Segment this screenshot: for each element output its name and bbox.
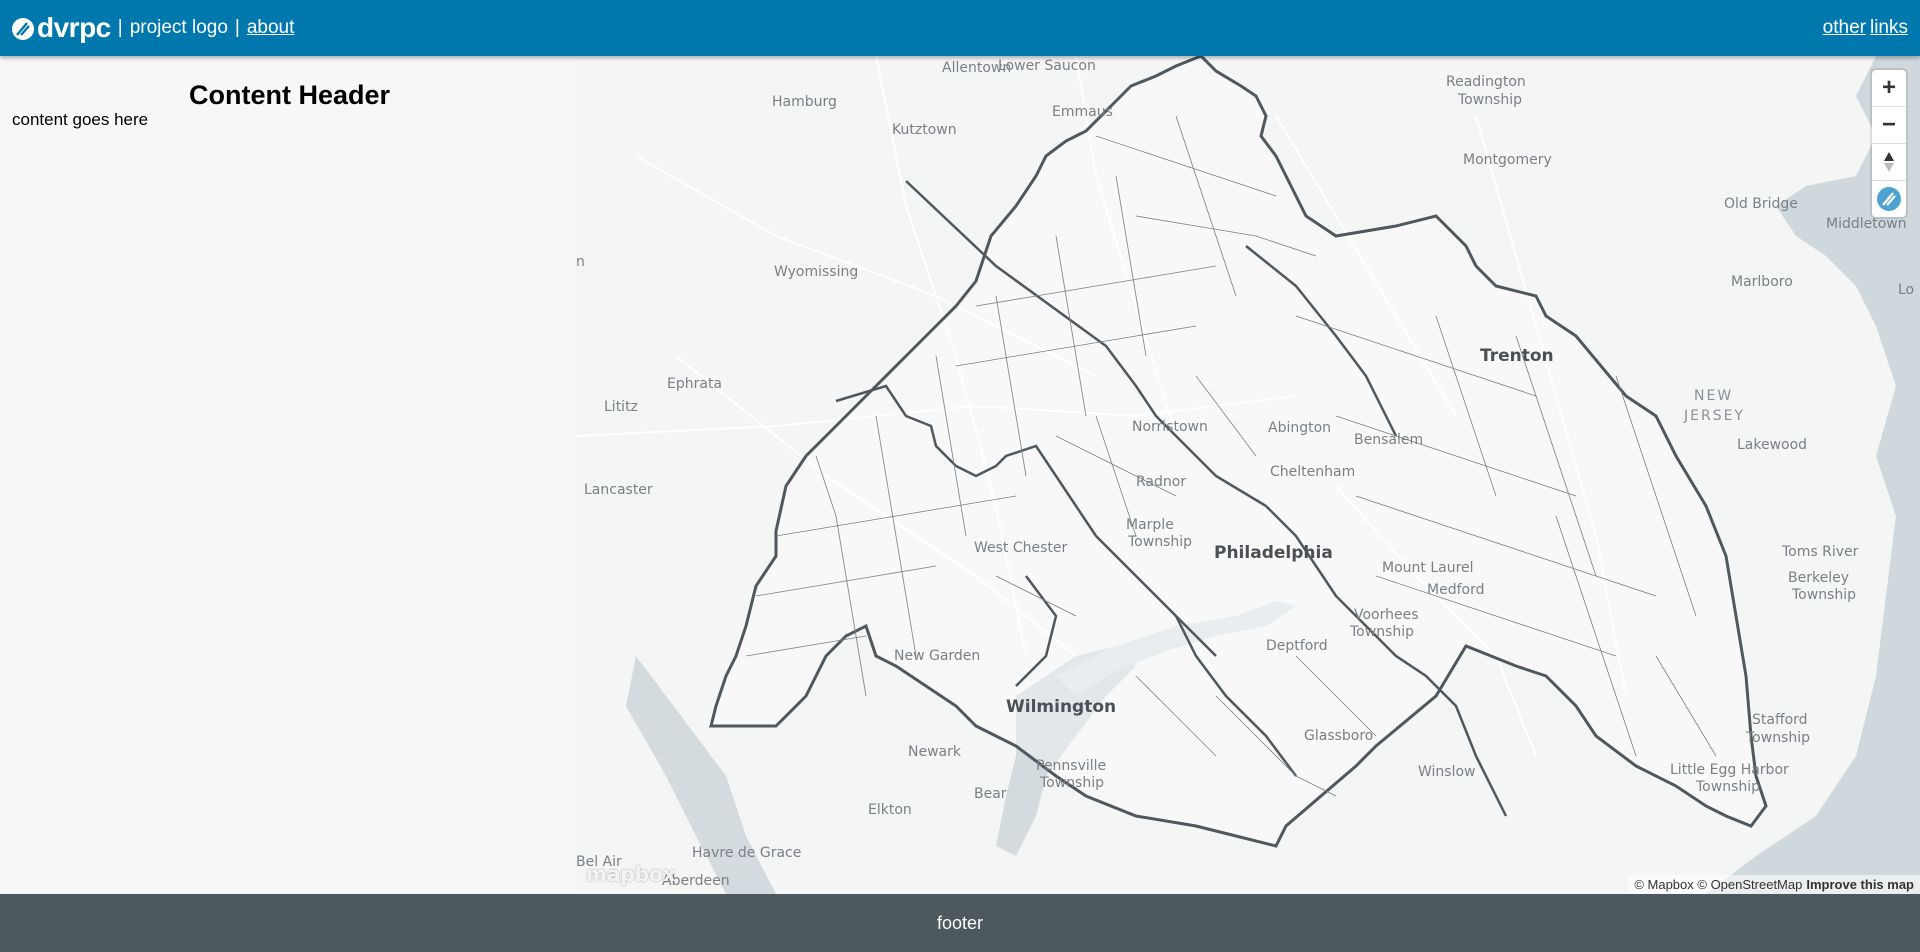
map-label-readington-2: Township <box>1457 92 1522 108</box>
map-label-bear: Bear <box>974 786 1007 802</box>
map-label-lo: Lo <box>1898 282 1914 298</box>
map-label-n: n <box>576 254 585 270</box>
brand: dvrpc | project logo | about <box>12 12 294 44</box>
content-text: content goes here <box>12 110 149 129</box>
footer-text: footer <box>936 912 984 933</box>
map-label-berkeley-2: Township <box>1791 587 1856 603</box>
dvrpc-logo-icon <box>12 18 34 40</box>
map-label-glassboro: Glassboro <box>1304 728 1373 744</box>
map-label-middletown: Middletown <box>1826 216 1907 232</box>
map-label-kutztown: Kutztown <box>892 122 957 138</box>
map-label-radnor: Radnor <box>1136 474 1186 490</box>
map-label-new: NEW <box>1694 388 1733 404</box>
map-attribution: © Mapbox © OpenStreetMap Improve this map <box>1628 875 1920 894</box>
map-label-old-bridge: Old Bridge <box>1724 196 1798 212</box>
map-label-little-egg: Little Egg Harbor <box>1670 762 1789 778</box>
compass-icon <box>1884 152 1894 172</box>
map-label-pennsville-2: Township <box>1039 775 1104 791</box>
map-label-norristown: Norristown <box>1132 419 1208 435</box>
zoom-in-button[interactable]: + <box>1872 70 1906 107</box>
map-label-wyomissing: Wyomissing <box>774 264 858 280</box>
map-label-new-garden: New Garden <box>894 648 980 664</box>
map-label-medford: Medford <box>1427 582 1484 598</box>
links-link[interactable]: links <box>1870 17 1908 38</box>
map-label-lititz: Lititz <box>604 399 638 415</box>
separator: | <box>117 17 123 38</box>
map-label-marple-2: Township <box>1127 534 1192 550</box>
app-header: dvrpc | project logo | about other links <box>0 0 1920 56</box>
dvrpc-home-icon <box>1877 187 1901 211</box>
improve-map-link[interactable]: Improve this map <box>1806 877 1914 892</box>
map-label-trenton: Trenton <box>1480 346 1554 366</box>
dvrpc-logo[interactable]: dvrpc <box>12 12 111 44</box>
logo-text: dvrpc <box>37 12 111 43</box>
attribution-text[interactable]: © Mapbox © OpenStreetMap <box>1634 877 1802 892</box>
zoom-out-button[interactable]: − <box>1872 107 1906 144</box>
other-link[interactable]: other <box>1823 17 1866 38</box>
map-label-berkeley: Berkeley <box>1788 570 1849 586</box>
map-label-ephrata: Ephrata <box>667 376 722 392</box>
mapbox-logo[interactable]: mapbox <box>586 862 676 886</box>
content-header: Content Header <box>189 80 391 110</box>
map-label-bensalem: Bensalem <box>1354 432 1423 448</box>
map-label-voorhees: Voorhees <box>1354 607 1419 623</box>
map-label-cheltenham: Cheltenham <box>1270 464 1355 480</box>
map-label-voorhees-2: Township <box>1349 624 1414 640</box>
map-label-hamburg: Hamburg <box>772 94 837 110</box>
map-label-newark: Newark <box>908 744 962 760</box>
map-label-deptford: Deptford <box>1266 638 1328 654</box>
map-label-stafford: Stafford <box>1752 712 1808 728</box>
map-label-jersey: JERSEY <box>1683 408 1745 424</box>
about-link[interactable]: about <box>247 17 295 39</box>
map-label-marple: Marple <box>1126 517 1174 533</box>
map-label-pennsville: Pennsville <box>1036 758 1106 774</box>
map-label-stafford-2: Township <box>1745 730 1810 746</box>
map-label-philadelphia: Philadelphia <box>1214 543 1333 563</box>
dvrpc-home-button[interactable] <box>1872 181 1906 217</box>
map-label-havre: Havre de Grace <box>692 845 801 861</box>
map-label-toms-river: Toms River <box>1781 544 1859 560</box>
project-logo[interactable]: project logo <box>130 17 228 39</box>
map-label-elkton: Elkton <box>868 802 912 818</box>
region-boundary <box>709 56 1768 848</box>
map-label-readington: Readington <box>1446 74 1526 90</box>
map-label-wilmington: Wilmington <box>1006 697 1116 717</box>
separator: | <box>234 17 240 38</box>
header-links: other links <box>1819 17 1908 39</box>
map-label-montgomery: Montgomery <box>1463 152 1552 168</box>
basemap: Allentown Lower Saucon Readington Townsh… <box>576 56 1920 894</box>
map-label-lakewood: Lakewood <box>1737 437 1807 453</box>
map-label-west-chester: West Chester <box>974 540 1068 556</box>
map[interactable]: Allentown Lower Saucon Readington Townsh… <box>576 56 1920 894</box>
map-label-lower-saucon: Lower Saucon <box>998 58 1096 74</box>
map-label-abington: Abington <box>1268 420 1331 436</box>
map-label-mount-laurel: Mount Laurel <box>1382 560 1474 576</box>
map-controls: + − <box>1872 70 1906 217</box>
footer: footer <box>0 894 1920 952</box>
map-label-marlboro: Marlboro <box>1731 274 1793 290</box>
map-label-winslow: Winslow <box>1418 764 1476 780</box>
sidebar: Content Header content goes here <box>0 56 576 894</box>
map-label-lancaster: Lancaster <box>584 482 653 498</box>
compass-button[interactable] <box>1872 144 1906 181</box>
map-label-emmaus: Emmaus <box>1052 104 1113 120</box>
map-label-little-egg-2: Township <box>1695 779 1760 795</box>
